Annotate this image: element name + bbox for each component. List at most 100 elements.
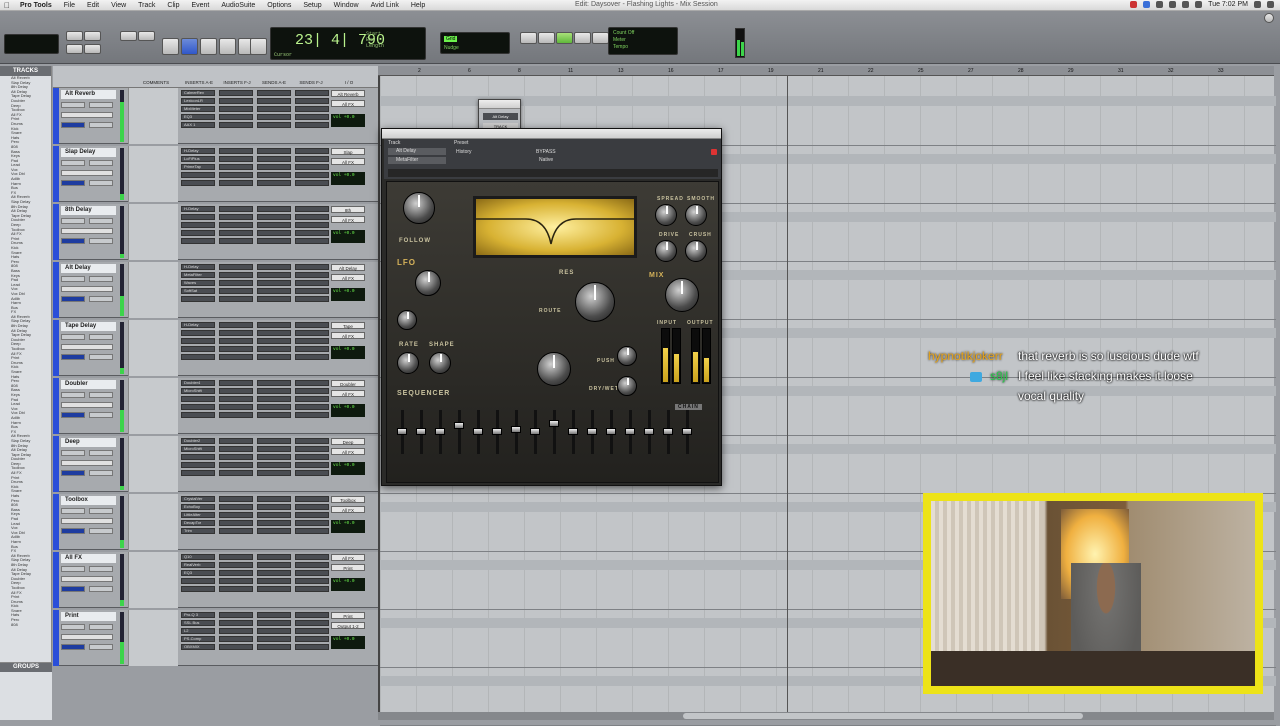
mic-icon[interactable] [1156, 1, 1164, 8]
input-selector[interactable]: Alt Reverb [331, 90, 365, 97]
spread-knob[interactable] [655, 204, 677, 226]
insert-slot[interactable]: EQ3 [181, 114, 215, 120]
volume-readout[interactable]: vol +0.0 [331, 520, 365, 533]
sequencer-step-fader-cap[interactable] [663, 428, 673, 435]
volume-readout[interactable]: vol +0.0 [331, 636, 365, 649]
send-slot-f-j[interactable] [295, 628, 329, 634]
mute-button[interactable] [61, 122, 85, 128]
volume-view-selector[interactable] [61, 170, 113, 176]
record-enable-button[interactable] [61, 450, 85, 456]
insert-slot-f-j[interactable] [219, 156, 253, 162]
insert-slot[interactable]: H-Delay [181, 322, 215, 328]
send-slot-a-e[interactable] [257, 98, 291, 104]
insert-slot-f-j[interactable] [219, 438, 253, 444]
mute-button[interactable] [61, 470, 85, 476]
menu-setup[interactable]: Setup [297, 2, 327, 9]
insert-slot[interactable]: LittleAlter [181, 512, 215, 518]
sequence-knob[interactable] [537, 352, 571, 386]
insert-slot-f-j[interactable] [219, 346, 253, 352]
volume-readout[interactable]: vol +0.0 [331, 462, 365, 475]
send-slot-f-j[interactable] [295, 180, 329, 186]
insert-slot-empty[interactable] [181, 346, 215, 352]
insert-slot-f-j[interactable] [219, 504, 253, 510]
insert-slot-f-j[interactable] [219, 388, 253, 394]
send-slot-a-e[interactable] [257, 214, 291, 220]
insert-slot-f-j[interactable] [219, 280, 253, 286]
send-slot-f-j[interactable] [295, 288, 329, 294]
send-slot-a-e[interactable] [257, 222, 291, 228]
record-enable-button[interactable] [61, 160, 85, 166]
send-slot-f-j[interactable] [295, 636, 329, 642]
insert-slot[interactable]: Waves [181, 280, 215, 286]
send-slot-f-j[interactable] [295, 570, 329, 576]
insert-slot-f-j[interactable] [219, 412, 253, 418]
mute-button[interactable] [61, 528, 85, 534]
insert-slot-empty[interactable] [181, 454, 215, 460]
insert-slot-f-j[interactable] [219, 264, 253, 270]
send-slot-f-j[interactable] [295, 330, 329, 336]
insert-slot-f-j[interactable] [219, 122, 253, 128]
sequencer-step-fader-cap[interactable] [587, 428, 597, 435]
insert-slot-f-j[interactable] [219, 330, 253, 336]
insert-slot-empty[interactable] [181, 462, 215, 468]
shape-knob[interactable] [429, 352, 451, 374]
insert-slot[interactable]: MixMeter [181, 106, 215, 112]
scrollbar-thumb[interactable] [683, 713, 1083, 719]
history-label[interactable]: History [456, 149, 472, 155]
send-slot-a-e[interactable] [257, 172, 291, 178]
insert-slot-f-j[interactable] [219, 338, 253, 344]
send-slot-a-e[interactable] [257, 164, 291, 170]
send-slot-f-j[interactable] [295, 470, 329, 476]
sequencer-step-fader-cap[interactable] [530, 428, 540, 435]
send-slot-a-e[interactable] [257, 180, 291, 186]
clock[interactable]: Tue 7:02 PM [1208, 1, 1248, 8]
send-slot-f-j[interactable] [295, 512, 329, 518]
solo-button[interactable] [89, 102, 113, 108]
tracks-header[interactable]: TRACKS [0, 66, 51, 76]
insert-slot-f-j[interactable] [219, 578, 253, 584]
send-slot-a-e[interactable] [257, 288, 291, 294]
volume-view-selector[interactable] [61, 402, 113, 408]
track-name[interactable]: Deep [61, 438, 116, 447]
insert-slot-empty[interactable] [181, 230, 215, 236]
output-selector[interactable]: All FX [331, 390, 365, 397]
volume-view-selector[interactable] [61, 634, 113, 640]
rate-knob[interactable] [397, 352, 419, 374]
send-slot-a-e[interactable] [257, 496, 291, 502]
send-slot-a-e[interactable] [257, 578, 291, 584]
send-slot-f-j[interactable] [295, 322, 329, 328]
volume-view-selector[interactable] [61, 460, 113, 466]
insert-slot-f-j[interactable] [219, 612, 253, 618]
insert-slot[interactable]: H-Delay [181, 148, 215, 154]
send-slot-f-j[interactable] [295, 454, 329, 460]
menu-view[interactable]: View [105, 2, 132, 9]
record-enable-button[interactable] [61, 334, 85, 340]
volume-view-selector[interactable] [61, 576, 113, 582]
window-close-button[interactable] [1264, 13, 1274, 23]
spot-mode-button[interactable] [66, 44, 83, 54]
output-selector[interactable]: All FX [331, 332, 365, 339]
insert-slot-f-j[interactable] [219, 562, 253, 568]
insert-slot[interactable]: LexiconLR [181, 98, 215, 104]
insert-slot-f-j[interactable] [219, 528, 253, 534]
send-slot-a-e[interactable] [257, 612, 291, 618]
track-comments[interactable] [128, 436, 178, 492]
send-slot-f-j[interactable] [295, 612, 329, 618]
send-slot-a-e[interactable] [257, 586, 291, 592]
track-strip[interactable]: Tape Delay H-Delay Tape All FX vol +0.0 [53, 320, 378, 376]
insert-slot-f-j[interactable] [219, 272, 253, 278]
insert-slot-f-j[interactable] [219, 172, 253, 178]
output-track-name[interactable]: Alt Delay [483, 113, 518, 120]
input-selector[interactable]: Deep [331, 438, 365, 445]
wifi-icon[interactable] [1169, 1, 1177, 8]
record-enable-button[interactable] [61, 508, 85, 514]
send-slot-a-e[interactable] [257, 338, 291, 344]
menu-avid-link[interactable]: Avid Link [365, 2, 405, 9]
track-comments[interactable] [128, 146, 178, 202]
send-slot-f-j[interactable] [295, 404, 329, 410]
send-slot-f-j[interactable] [295, 644, 329, 650]
send-slot-a-e[interactable] [257, 114, 291, 120]
send-slot-f-j[interactable] [295, 462, 329, 468]
send-slot-f-j[interactable] [295, 206, 329, 212]
insert-slot-empty[interactable] [181, 578, 215, 584]
